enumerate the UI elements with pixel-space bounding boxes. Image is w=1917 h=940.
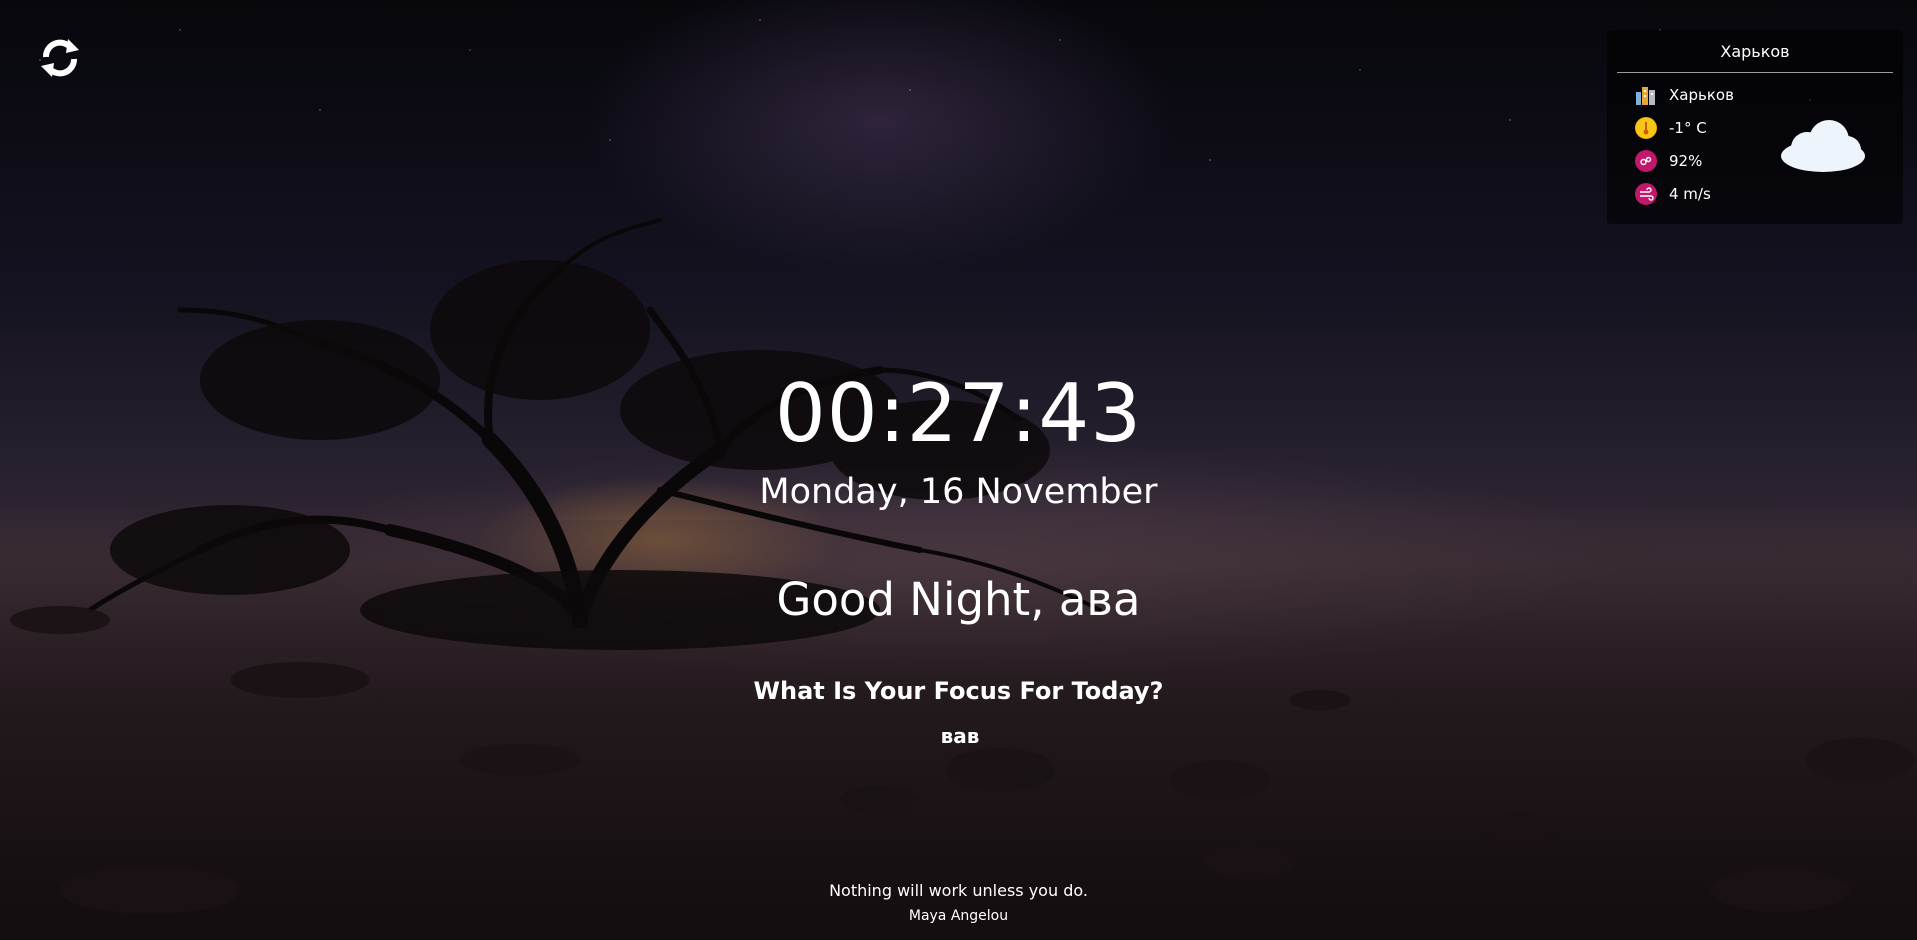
focus-input[interactable] [858, 718, 1062, 754]
weather-humidity-row: 92% [1635, 148, 1702, 174]
greeting: Good Night, ава [0, 570, 1917, 630]
weather-widget: Харьков Харьков -1° C 92% 4 m/s [1607, 30, 1903, 224]
cloud-icon [1781, 120, 1865, 172]
sun-temperature-icon [1635, 117, 1657, 139]
weather-humidity: 92% [1669, 152, 1703, 170]
weather-city: Харьков [1669, 86, 1734, 104]
humidity-icon [1635, 150, 1657, 172]
weather-wind-row: 4 m/s [1635, 181, 1711, 207]
weather-temperature-row: -1° C [1635, 115, 1707, 141]
date-display: Monday, 16 November [759, 472, 1158, 512]
weather-wind: 4 m/s [1669, 185, 1711, 203]
refresh-button[interactable] [38, 36, 82, 80]
focus-question: What Is Your Focus For Today? [753, 677, 1164, 705]
weather-temperature: -1° C [1669, 119, 1707, 137]
clock-time: 00:27:43 [774, 367, 1143, 460]
quote-text: Nothing will work unless you do. [829, 881, 1088, 900]
weather-city-row: Харьков [1635, 82, 1734, 108]
quote-author: Maya Angelou [908, 908, 1009, 924]
city-icon [1635, 84, 1657, 106]
weather-divider [1617, 72, 1893, 73]
background-image: Харьков Харьков -1° C 92% 4 m/s 00:27:43… [0, 0, 1917, 940]
weather-city-title[interactable]: Харьков [1617, 42, 1893, 61]
wind-icon [1635, 183, 1657, 205]
refresh-icon [41, 39, 79, 77]
user-name[interactable]: ава [1059, 570, 1141, 630]
greeting-prefix: Good Night, [776, 573, 1059, 626]
